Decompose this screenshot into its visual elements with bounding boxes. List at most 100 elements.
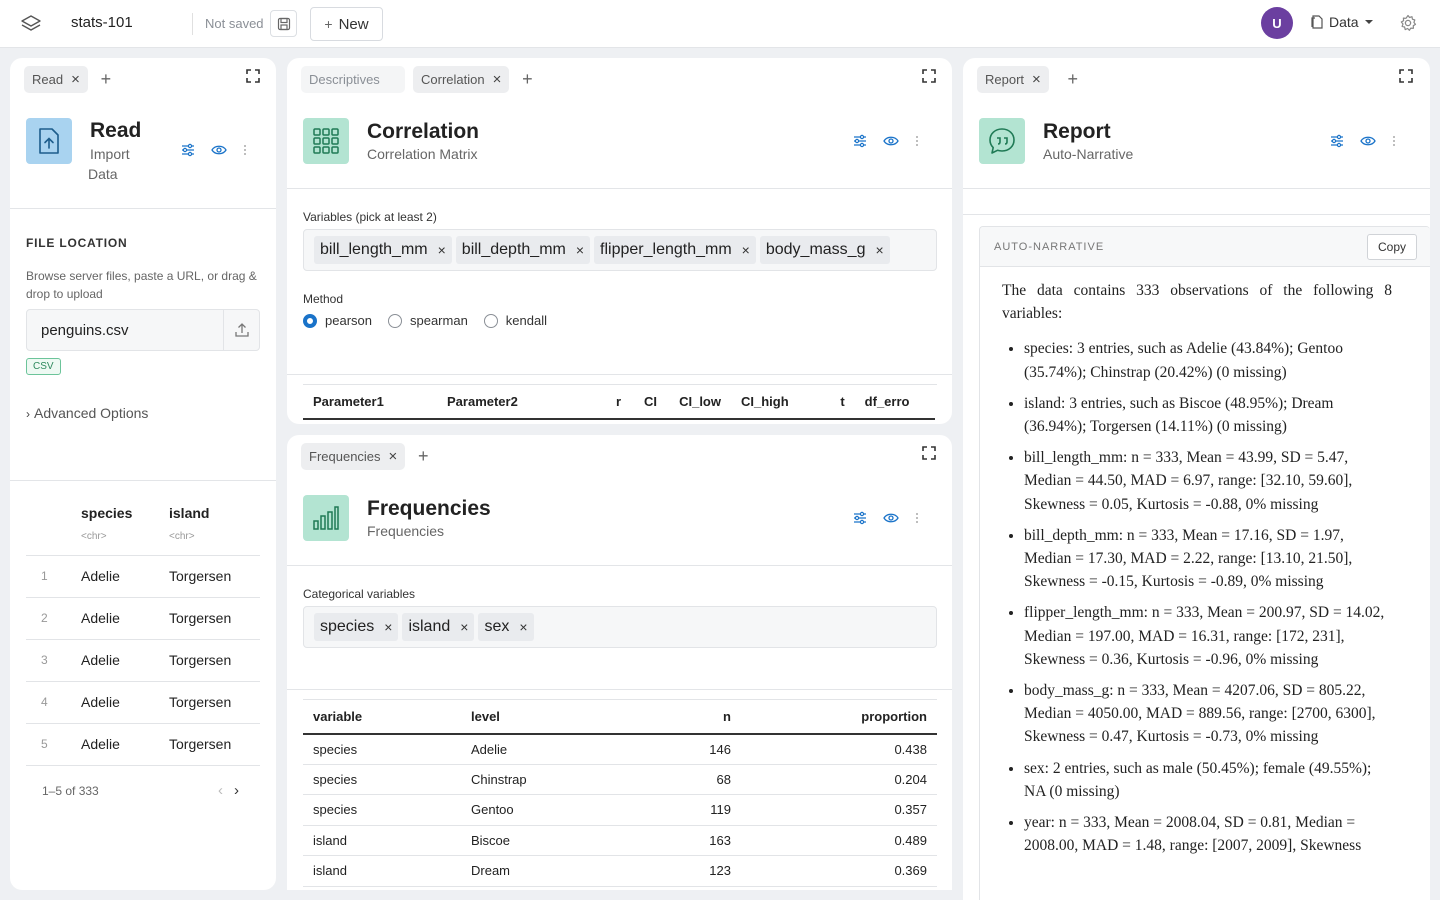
- add-tab-button[interactable]: +: [1063, 69, 1083, 90]
- variables-selector[interactable]: bill_length_mm × bill_depth_mm × flipper_l…: [303, 229, 937, 271]
- node-subtitle: Correlation Matrix: [367, 146, 478, 162]
- add-tab-button[interactable]: +: [413, 446, 433, 467]
- remove-icon[interactable]: ×: [519, 619, 527, 635]
- remove-icon[interactable]: ×: [384, 619, 392, 635]
- project-name[interactable]: stats-101: [71, 14, 133, 31]
- column-header[interactable]: CI_low: [667, 385, 731, 420]
- expand-icon[interactable]: [1399, 69, 1413, 83]
- column-header[interactable]: proportion: [741, 699, 937, 735]
- table-row: 2 Adelie Torgersen: [26, 597, 260, 640]
- method-radio-group: pearson spearman kendall: [303, 313, 547, 328]
- close-icon[interactable]: ×: [1032, 71, 1041, 88]
- data-menu[interactable]: Data: [1311, 14, 1373, 30]
- layers-icon[interactable]: [20, 13, 42, 35]
- remove-icon[interactable]: ×: [742, 242, 750, 258]
- node-actions: [1330, 134, 1396, 148]
- chip-label: species: [320, 618, 375, 635]
- eye-icon[interactable]: [883, 135, 899, 147]
- more-vertical-icon[interactable]: [915, 512, 919, 524]
- node-actions: [853, 134, 919, 148]
- radio-pearson[interactable]: pearson: [303, 313, 372, 328]
- copy-button[interactable]: Copy: [1367, 234, 1417, 260]
- chevron-left-icon[interactable]: ‹: [218, 782, 223, 799]
- row-number: 3: [26, 639, 81, 682]
- radio-kendall[interactable]: kendall: [483, 313, 547, 328]
- new-button[interactable]: + New: [310, 7, 383, 41]
- correlation-tab-bar: Descriptives Correlation × +: [301, 66, 537, 93]
- categorical-variables-selector[interactable]: species × island × sex ×: [303, 606, 937, 648]
- row-number: 5: [26, 723, 81, 766]
- chip-label: flipper_length_mm: [600, 241, 732, 258]
- eye-icon[interactable]: [211, 144, 227, 156]
- save-button[interactable]: [270, 10, 297, 37]
- table-cell: Gentoo: [461, 794, 631, 826]
- sliders-icon[interactable]: [853, 511, 867, 525]
- tab-read[interactable]: Read ×: [24, 66, 88, 93]
- sliders-icon[interactable]: [181, 143, 195, 157]
- node-title: Report: [1043, 120, 1111, 143]
- radio-spearman[interactable]: spearman: [387, 313, 468, 328]
- tab-report[interactable]: Report ×: [977, 66, 1049, 93]
- divider: [287, 374, 952, 375]
- file-location-field[interactable]: penguins.csv: [26, 309, 260, 351]
- column-header[interactable]: island <chr>: [169, 495, 260, 556]
- table-cell: 119: [631, 794, 741, 826]
- caret-down-icon: [1364, 20, 1373, 24]
- column-header[interactable]: variable: [303, 699, 461, 735]
- new-button-label: New: [338, 15, 369, 33]
- table-cell: 123: [631, 855, 741, 887]
- remove-icon[interactable]: ×: [875, 242, 883, 258]
- remove-icon[interactable]: ×: [460, 619, 468, 635]
- advanced-options-toggle[interactable]: › Advanced Options: [26, 405, 148, 421]
- column-header[interactable]: Parameter2: [437, 385, 605, 420]
- gear-icon[interactable]: [1398, 13, 1418, 33]
- column-header[interactable]: Parameter1: [303, 385, 437, 420]
- correlation-panel: Descriptives Correlation × + Correlation…: [287, 58, 952, 424]
- expand-icon[interactable]: [922, 69, 936, 83]
- chevron-right-icon[interactable]: ›: [234, 782, 239, 799]
- column-header[interactable]: CI_high: [731, 385, 799, 420]
- narrative-item: sex: 2 entries, such as male (50.45%); f…: [1024, 757, 1392, 803]
- tab-correlation[interactable]: Correlation ×: [413, 66, 510, 93]
- remove-icon[interactable]: ×: [438, 242, 446, 258]
- table-cell: Torgersen: [169, 597, 260, 640]
- column-header[interactable]: level: [461, 699, 631, 735]
- column-header[interactable]: t: [798, 385, 855, 420]
- remove-icon[interactable]: ×: [576, 242, 584, 258]
- table-row: 3 Adelie Torgersen: [26, 639, 260, 682]
- close-icon[interactable]: ×: [389, 448, 398, 465]
- add-tab-button[interactable]: +: [517, 69, 537, 90]
- read-tab-bar: Read × +: [24, 66, 116, 93]
- avatar[interactable]: U: [1261, 7, 1293, 39]
- narrative-item: body_mass_g: n = 333, Mean = 4207.06, SD…: [1024, 679, 1392, 749]
- column-type: <chr>: [81, 531, 107, 542]
- eye-icon[interactable]: [883, 512, 899, 524]
- divider: [10, 480, 276, 481]
- tab-descriptives[interactable]: Descriptives: [301, 66, 405, 93]
- auto-narrative-label: AUTO-NARRATIVE: [994, 241, 1105, 253]
- file-location-value: penguins.csv: [41, 322, 129, 339]
- narrative-body: The data contains 333 observations of th…: [980, 267, 1414, 857]
- variable-chip: bill_depth_mm ×: [455, 236, 591, 264]
- column-header[interactable]: species <chr>: [81, 495, 169, 556]
- more-vertical-icon[interactable]: [915, 135, 919, 147]
- close-icon[interactable]: ×: [493, 71, 502, 88]
- column-header[interactable]: CI: [631, 385, 667, 420]
- expand-icon[interactable]: [246, 69, 260, 83]
- add-tab-button[interactable]: +: [96, 69, 116, 90]
- sliders-icon[interactable]: [853, 134, 867, 148]
- table-row: species Chinstrap 68 0.204: [303, 764, 937, 795]
- column-type: <chr>: [169, 531, 195, 542]
- column-header[interactable]: n: [631, 699, 741, 735]
- upload-button[interactable]: [223, 310, 259, 350]
- expand-icon[interactable]: [922, 446, 936, 460]
- sliders-icon[interactable]: [1330, 134, 1344, 148]
- column-header[interactable]: r: [605, 385, 631, 420]
- more-vertical-icon[interactable]: [243, 144, 247, 156]
- close-icon[interactable]: ×: [71, 71, 80, 88]
- tab-frequencies[interactable]: Frequencies ×: [301, 443, 406, 470]
- top-bar: stats-101 Not saved + New U Data: [0, 0, 1440, 48]
- column-header[interactable]: df_erro: [854, 385, 935, 420]
- eye-icon[interactable]: [1360, 135, 1376, 147]
- more-vertical-icon[interactable]: [1392, 135, 1396, 147]
